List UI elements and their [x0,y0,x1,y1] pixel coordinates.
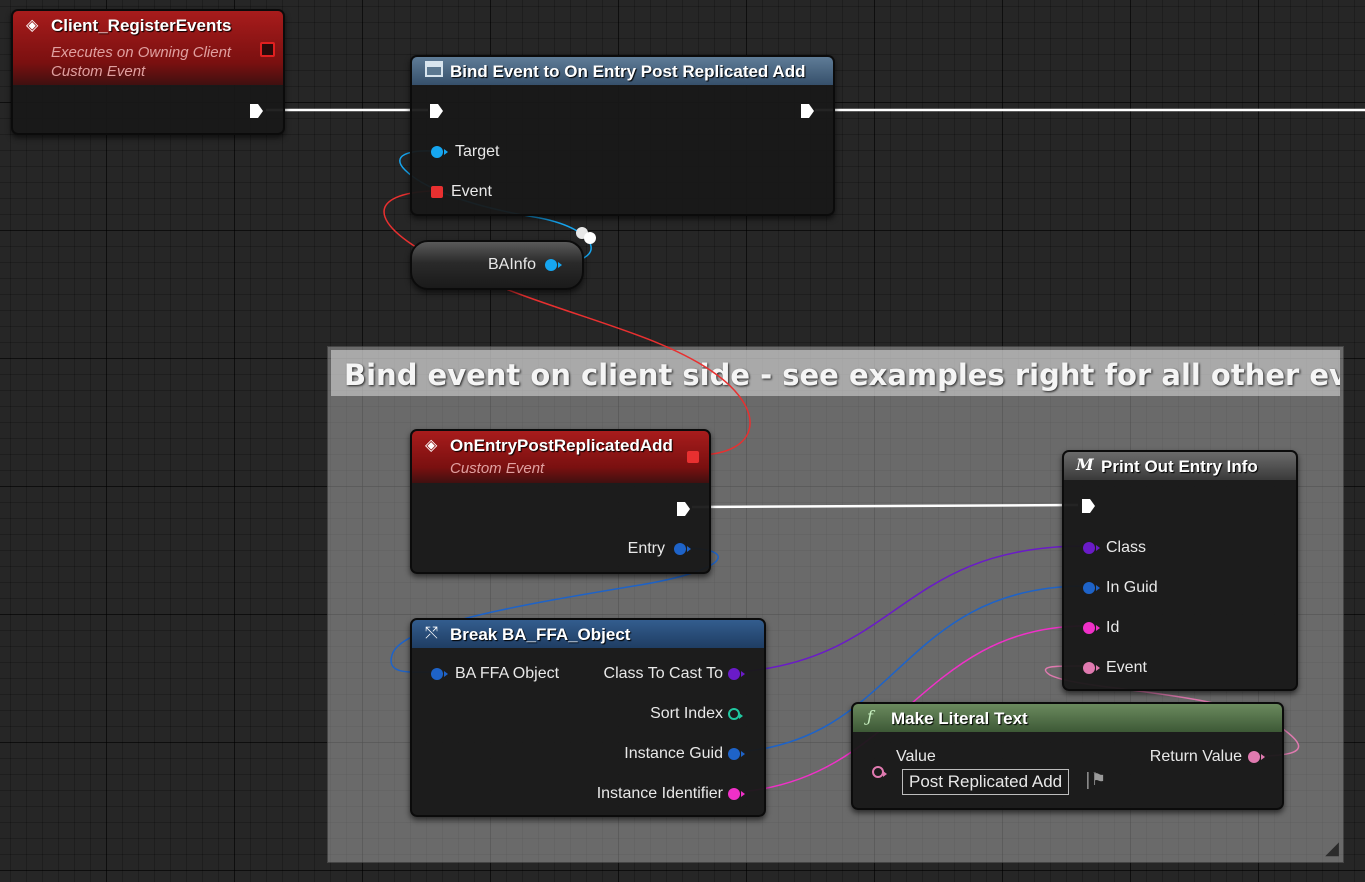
pin-label-id: Id [1106,619,1120,636]
target-pin[interactable] [431,146,448,158]
pin-label-entry: Entry [627,540,665,557]
pin-label-target: Target [455,143,500,160]
pin-label-event: Event [451,183,492,200]
exec-input-pin[interactable] [1081,498,1096,514]
pin-label-ba-ffa-object: BA FFA Object [455,665,560,682]
value-input-pin[interactable] [872,766,887,778]
exec-output-pin[interactable] [676,501,691,517]
pin-label-sort-index: Sort Index [650,705,723,722]
return-value-output-pin[interactable] [1248,751,1265,763]
macro-m-icon: M [1076,455,1094,474]
on-entry-post-replicated-add-node[interactable]: ◈ OnEntryPostReplicatedAdd Custom Event … [410,429,711,574]
in-guid-input-pin[interactable] [1083,582,1100,594]
pin-label-class-to-cast-to: Class To Cast To [603,665,723,682]
pin-label-value: Value [896,748,936,765]
node-title: Print Out Entry Info [1101,457,1258,476]
event-diamond-icon: ◈ [425,435,438,454]
pin-label-instance-identifier: Instance Identifier [596,785,723,802]
sort-index-pin[interactable] [728,708,743,720]
variable-label: BAInfo [488,256,537,273]
class-wire[interactable] [737,545,1086,673]
bainfo-variable-node[interactable]: BAInfo [410,240,584,290]
reroute-knot[interactable] [584,232,596,244]
exec-output-pin[interactable] [800,103,815,119]
print-out-entry-info-node[interactable]: M Print Out Entry Info Class In Guid Id … [1062,450,1298,691]
function-f-icon: ƒ [867,707,873,726]
pin-label-instance-guid: Instance Guid [624,745,723,762]
exec-output-pin[interactable] [249,103,264,119]
event-diamond-icon: ◈ [26,15,39,34]
delegate-output-pin[interactable] [687,451,699,463]
instance-guid-pin[interactable] [728,748,745,760]
node-subtitle: Custom Event [51,63,146,80]
instance-identifier-pin[interactable] [728,788,745,800]
event-text-input-pin[interactable] [1083,662,1100,674]
client-register-events-node[interactable]: ◈ Client_RegisterEvents Executes on Owni… [11,9,285,135]
break-ba-ffa-object-node[interactable]: ⤲ Break BA_FFA_Object BA FFA Object Clas… [410,618,766,817]
bainfo-output-pin[interactable] [545,259,562,271]
class-input-pin[interactable] [1083,542,1100,554]
node-title: Break BA_FFA_Object [450,625,631,644]
delegate-wire[interactable] [383,190,751,456]
function-window-icon [425,61,443,77]
id-input-pin[interactable] [1083,622,1100,634]
event-delegate-pin[interactable] [431,186,443,198]
exec-input-pin[interactable] [429,103,444,119]
node-subtitle: Executes on Owning Client [51,44,232,61]
node-title: Make Literal Text [891,709,1028,728]
node-title: Bind Event to On Entry Post Replicated A… [450,62,806,81]
pin-label-event: Event [1106,659,1147,676]
entry-output-pin[interactable] [674,543,691,555]
value-text-input[interactable]: Post Replicated Add [902,769,1070,795]
pin-label-return-value: Return Value [1149,748,1242,765]
exec-wire[interactable] [691,503,1079,509]
node-title: OnEntryPostReplicatedAdd [450,436,673,455]
pin-label-class: Class [1106,539,1147,556]
node-title: Client_RegisterEvents [51,16,232,35]
ba-ffa-object-input-pin[interactable] [431,668,448,680]
bind-event-node[interactable]: Bind Event to On Entry Post Replicated A… [410,55,835,216]
localization-flag-icon[interactable]: |⚑ [1085,770,1106,790]
pin-label-in-guid: In Guid [1106,579,1158,596]
make-literal-text-node[interactable]: ƒ Make Literal Text Value Post Replicate… [851,702,1284,810]
node-subtitle: Custom Event [450,460,545,477]
class-to-cast-to-pin[interactable] [728,668,745,680]
break-struct-icon: ⤲ [425,623,438,642]
delegate-pin-icon[interactable] [260,42,275,57]
